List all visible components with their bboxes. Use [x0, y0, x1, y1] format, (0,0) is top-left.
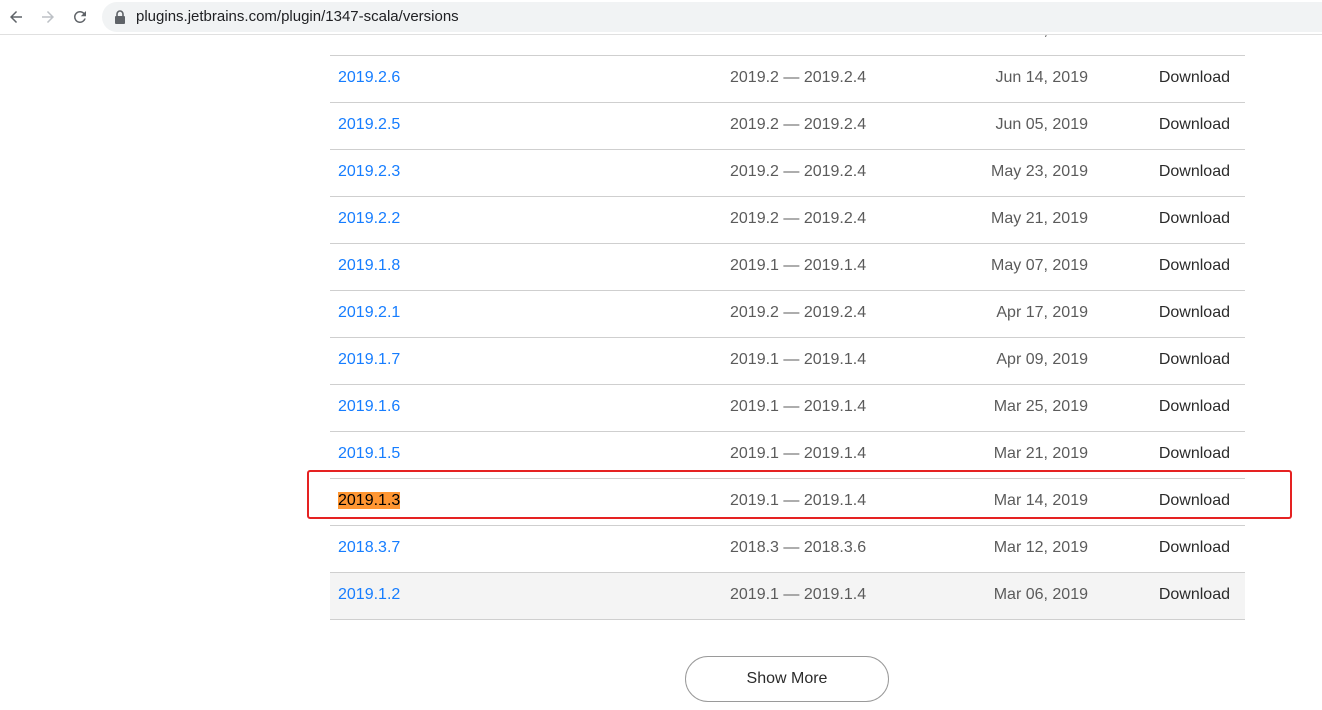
- version-label: 2019.1.6: [338, 398, 401, 415]
- release-date: Apr 17, 2019: [996, 304, 1088, 321]
- version-row: 2019.2.6 2019.2 — 2019.2.4 Jun 14, 2019 Dow…: [330, 56, 1245, 103]
- version-link[interactable]: 2019.2.1: [338, 291, 400, 335]
- release-date: Jun 05, 2019: [995, 116, 1088, 133]
- version-row: 2019.2.3 2019.2 — 2019.2.4 May 23, 2019 Dow…: [330, 150, 1245, 197]
- version-link[interactable]: 2019.1.3: [338, 479, 401, 523]
- release-date: Mar 06, 2019: [993, 586, 1088, 603]
- version-label: 2019.2.5: [338, 116, 401, 133]
- release-date: May 23, 2019: [991, 163, 1088, 180]
- version-row: 2019.2.5 2019.2 — 2019.2.4 Jun 05, 2019 Dow…: [330, 103, 1245, 150]
- version-link[interactable]: 2018.3.7: [338, 526, 400, 570]
- version-link[interactable]: 2019.2.5: [338, 103, 400, 147]
- download-link[interactable]: Download: [1159, 526, 1230, 570]
- compatibility-range: 2019.2 — 2019.2.4: [730, 69, 867, 86]
- version-row: 2019.1.8 2019.1 — 2019.1.4 May 07, 2019 Dow…: [330, 244, 1245, 291]
- versions-table: 2019.3.0 2019.3 — 2019.3.3 Jun 19, 2019 Dow…: [330, 35, 1245, 620]
- compatibility-range: 2018.3 — 2018.3.6: [730, 539, 867, 556]
- version-label: 2019.2.1: [338, 304, 401, 321]
- version-row: 2018.3.7 2018.3 — 2018.3.6 Mar 12, 2019 Dow…: [330, 526, 1245, 573]
- version-link[interactable]: 2019.1.7: [338, 338, 400, 382]
- version-label: 2019.1.7: [338, 351, 401, 368]
- release-date: May 21, 2019: [991, 210, 1088, 227]
- download-link[interactable]: Download: [1159, 103, 1230, 147]
- forward-arrow-icon: [42, 11, 54, 23]
- version-label: 2019.3.0: [338, 35, 400, 39]
- release-date: Mar 12, 2019: [993, 539, 1088, 556]
- download-link[interactable]: Download: [1159, 479, 1230, 523]
- release-date: Mar 21, 2019: [993, 445, 1088, 462]
- show-more-button[interactable]: Show More: [685, 656, 889, 702]
- back-arrow-icon: [10, 11, 22, 23]
- release-date: Jun 14, 2019: [995, 69, 1088, 86]
- page-content: 2019.3.0 2019.3 — 2019.3.3 Jun 19, 2019 Dow…: [0, 35, 1322, 710]
- version-link[interactable]: 2019.3.0: [338, 35, 400, 53]
- reload-icon: [73, 10, 86, 23]
- version-row: 2019.1.2 2019.1 — 2019.1.4 Mar 06, 2019 Dow…: [330, 573, 1245, 620]
- version-row: 2019.3.0 2019.3 — 2019.3.3 Jun 19, 2019 Dow…: [330, 35, 1245, 56]
- compatibility-range: 2019.2 — 2019.2.4: [730, 210, 867, 227]
- version-label: 2019.1.8: [338, 257, 401, 274]
- address-bar[interactable]: plugins.jetbrains.com/plugin/1347-scala/…: [102, 2, 1322, 32]
- release-date: May 07, 2019: [991, 257, 1088, 274]
- download-link[interactable]: Download: [1159, 56, 1230, 100]
- compatibility-range: 2019.1 — 2019.1.4: [730, 586, 867, 603]
- version-label: 2018.3.7: [338, 539, 401, 556]
- download-link[interactable]: Download: [1159, 291, 1230, 335]
- version-link[interactable]: 2019.2.2: [338, 197, 400, 241]
- download-link[interactable]: Download: [1159, 197, 1230, 241]
- release-date: Mar 25, 2019: [993, 398, 1088, 415]
- reload-button[interactable]: [67, 4, 93, 30]
- download-link[interactable]: Download: [1159, 244, 1230, 288]
- version-row: 2019.1.7 2019.1 — 2019.1.4 Apr 09, 2019 Dow…: [330, 338, 1245, 385]
- compatibility-range: 2019.1 — 2019.1.4: [730, 257, 867, 274]
- release-date: Mar 14, 2019: [993, 492, 1088, 509]
- release-date: Apr 09, 2019: [996, 351, 1088, 368]
- version-label: 2019.1.2: [338, 586, 401, 603]
- browser-toolbar: plugins.jetbrains.com/plugin/1347-scala/…: [0, 0, 1322, 35]
- compatibility-range: 2019.2 — 2019.2.4: [730, 304, 867, 321]
- version-row: 2019.2.2 2019.2 — 2019.2.4 May 21, 2019 Dow…: [330, 197, 1245, 244]
- compatibility-range: 2019.3 — 2019.3.3: [730, 35, 866, 53]
- version-row: 2019.1.3 2019.1 — 2019.1.4 Mar 14, 2019 Dow…: [330, 479, 1245, 526]
- download-link[interactable]: Download: [1159, 150, 1230, 194]
- lock-icon: [115, 10, 125, 24]
- compatibility-range: 2019.1 — 2019.1.4: [730, 398, 867, 415]
- version-link[interactable]: 2019.1.8: [338, 244, 400, 288]
- download-link[interactable]: Download: [1159, 432, 1230, 476]
- url-text: plugins.jetbrains.com/plugin/1347-scala/…: [136, 8, 459, 25]
- forward-button[interactable]: [35, 4, 61, 30]
- download-link[interactable]: Download: [1159, 573, 1230, 617]
- compatibility-range: 2019.1 — 2019.1.4: [730, 445, 867, 462]
- version-row: 2019.2.1 2019.2 — 2019.2.4 Apr 17, 2019 Dow…: [330, 291, 1245, 338]
- version-label: 2019.1.3: [338, 492, 401, 509]
- download-link[interactable]: Download: [1159, 35, 1230, 53]
- version-link[interactable]: 2019.1.6: [338, 385, 400, 429]
- compatibility-range: 2019.2 — 2019.2.4: [730, 163, 867, 180]
- version-link[interactable]: 2019.1.2: [338, 573, 400, 617]
- download-link[interactable]: Download: [1159, 385, 1230, 429]
- version-link[interactable]: 2019.2.3: [338, 150, 400, 194]
- compatibility-range: 2019.1 — 2019.1.4: [730, 492, 867, 509]
- download-link[interactable]: Download: [1159, 338, 1230, 382]
- version-label: 2019.2.6: [338, 69, 401, 86]
- version-label: 2019.2.2: [338, 210, 401, 227]
- back-button[interactable]: [3, 4, 29, 30]
- version-row: 2019.1.6 2019.1 — 2019.1.4 Mar 25, 2019 Dow…: [330, 385, 1245, 432]
- version-label: 2019.1.5: [338, 445, 401, 462]
- version-link[interactable]: 2019.1.5: [338, 432, 400, 476]
- version-row: 2019.1.5 2019.1 — 2019.1.4 Mar 21, 2019 Dow…: [330, 432, 1245, 479]
- version-label: 2019.2.3: [338, 163, 401, 180]
- version-link[interactable]: 2019.2.6: [338, 56, 400, 100]
- compatibility-range: 2019.2 — 2019.2.4: [730, 116, 867, 133]
- release-date: Jun 19, 2019: [995, 35, 1088, 53]
- compatibility-range: 2019.1 — 2019.1.4: [730, 351, 867, 368]
